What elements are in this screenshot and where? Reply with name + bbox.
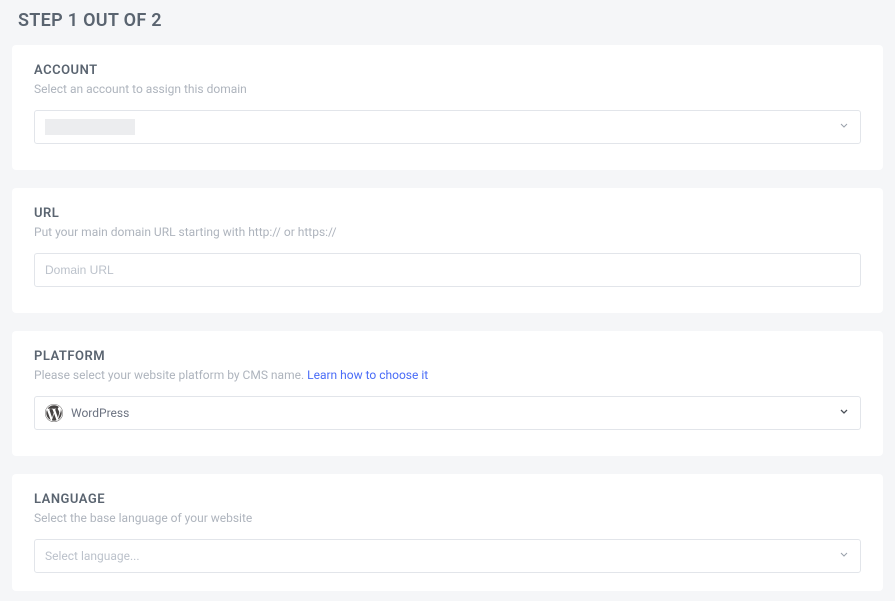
step-header: STEP 1 OUT OF 2: [18, 10, 883, 31]
platform-hint-text: Please select your website platform by C…: [34, 368, 307, 382]
url-title: URL: [34, 206, 861, 221]
platform-select[interactable]: WordPress: [34, 396, 861, 430]
language-select[interactable]: Select language...: [34, 539, 861, 573]
url-input[interactable]: [45, 263, 850, 277]
platform-selected-value: WordPress: [71, 406, 129, 420]
url-card: URL Put your main domain URL starting wi…: [12, 188, 883, 313]
wordpress-icon: [45, 404, 63, 422]
language-placeholder: Select language...: [45, 549, 140, 563]
platform-card: PLATFORM Please select your website plat…: [12, 331, 883, 456]
language-title: LANGUAGE: [34, 492, 861, 507]
platform-hint-link[interactable]: Learn how to choose it: [307, 368, 428, 382]
account-hint: Select an account to assign this domain: [34, 82, 861, 96]
account-selected-redacted: [45, 119, 135, 135]
platform-hint: Please select your website platform by C…: [34, 368, 861, 382]
url-input-wrapper: [34, 253, 861, 287]
chevron-down-icon: [838, 406, 850, 421]
chevron-down-icon: [838, 120, 850, 135]
account-card: ACCOUNT Select an account to assign this…: [12, 45, 883, 170]
account-title: ACCOUNT: [34, 63, 861, 78]
chevron-down-icon: [838, 549, 850, 564]
account-select[interactable]: [34, 110, 861, 144]
url-hint: Put your main domain URL starting with h…: [34, 225, 861, 239]
language-hint: Select the base language of your website: [34, 511, 861, 525]
language-card: LANGUAGE Select the base language of you…: [12, 474, 883, 591]
platform-title: PLATFORM: [34, 349, 861, 364]
